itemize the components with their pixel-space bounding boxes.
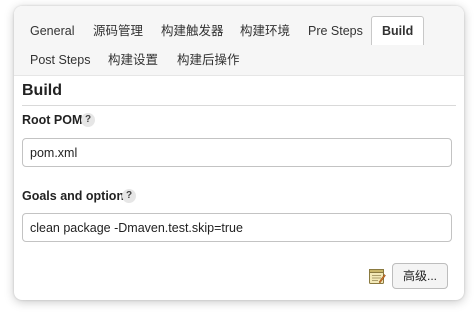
- tab-build[interactable]: Build: [371, 16, 425, 45]
- tab-build-environment[interactable]: 构建环境: [230, 17, 300, 45]
- tab-build-settings[interactable]: 构建设置: [98, 46, 168, 74]
- config-panel: General 源码管理 构建触发器 构建环境 Pre Steps Build …: [14, 6, 464, 300]
- tab-scm[interactable]: 源码管理: [83, 17, 153, 45]
- help-icon[interactable]: ?: [81, 113, 95, 127]
- goals-options-label: Goals and options: [22, 189, 132, 203]
- advanced-button[interactable]: 高级...: [392, 263, 448, 289]
- tab-build-triggers[interactable]: 构建触发器: [151, 17, 234, 45]
- help-icon[interactable]: ?: [122, 189, 136, 203]
- tab-general[interactable]: General: [20, 17, 84, 45]
- notepad-icon[interactable]: [368, 267, 386, 285]
- tab-post-steps[interactable]: Post Steps: [20, 46, 100, 74]
- goals-options-input[interactable]: [22, 213, 452, 242]
- root-pom-label: Root POM: [22, 113, 83, 127]
- section-tabs: General 源码管理 构建触发器 构建环境 Pre Steps Build …: [14, 6, 464, 76]
- tab-post-build-actions[interactable]: 构建后操作: [167, 46, 250, 74]
- section-divider: [22, 105, 456, 106]
- tab-pre-steps[interactable]: Pre Steps: [298, 17, 373, 45]
- root-pom-input[interactable]: [22, 138, 452, 167]
- section-title: Build: [22, 82, 62, 99]
